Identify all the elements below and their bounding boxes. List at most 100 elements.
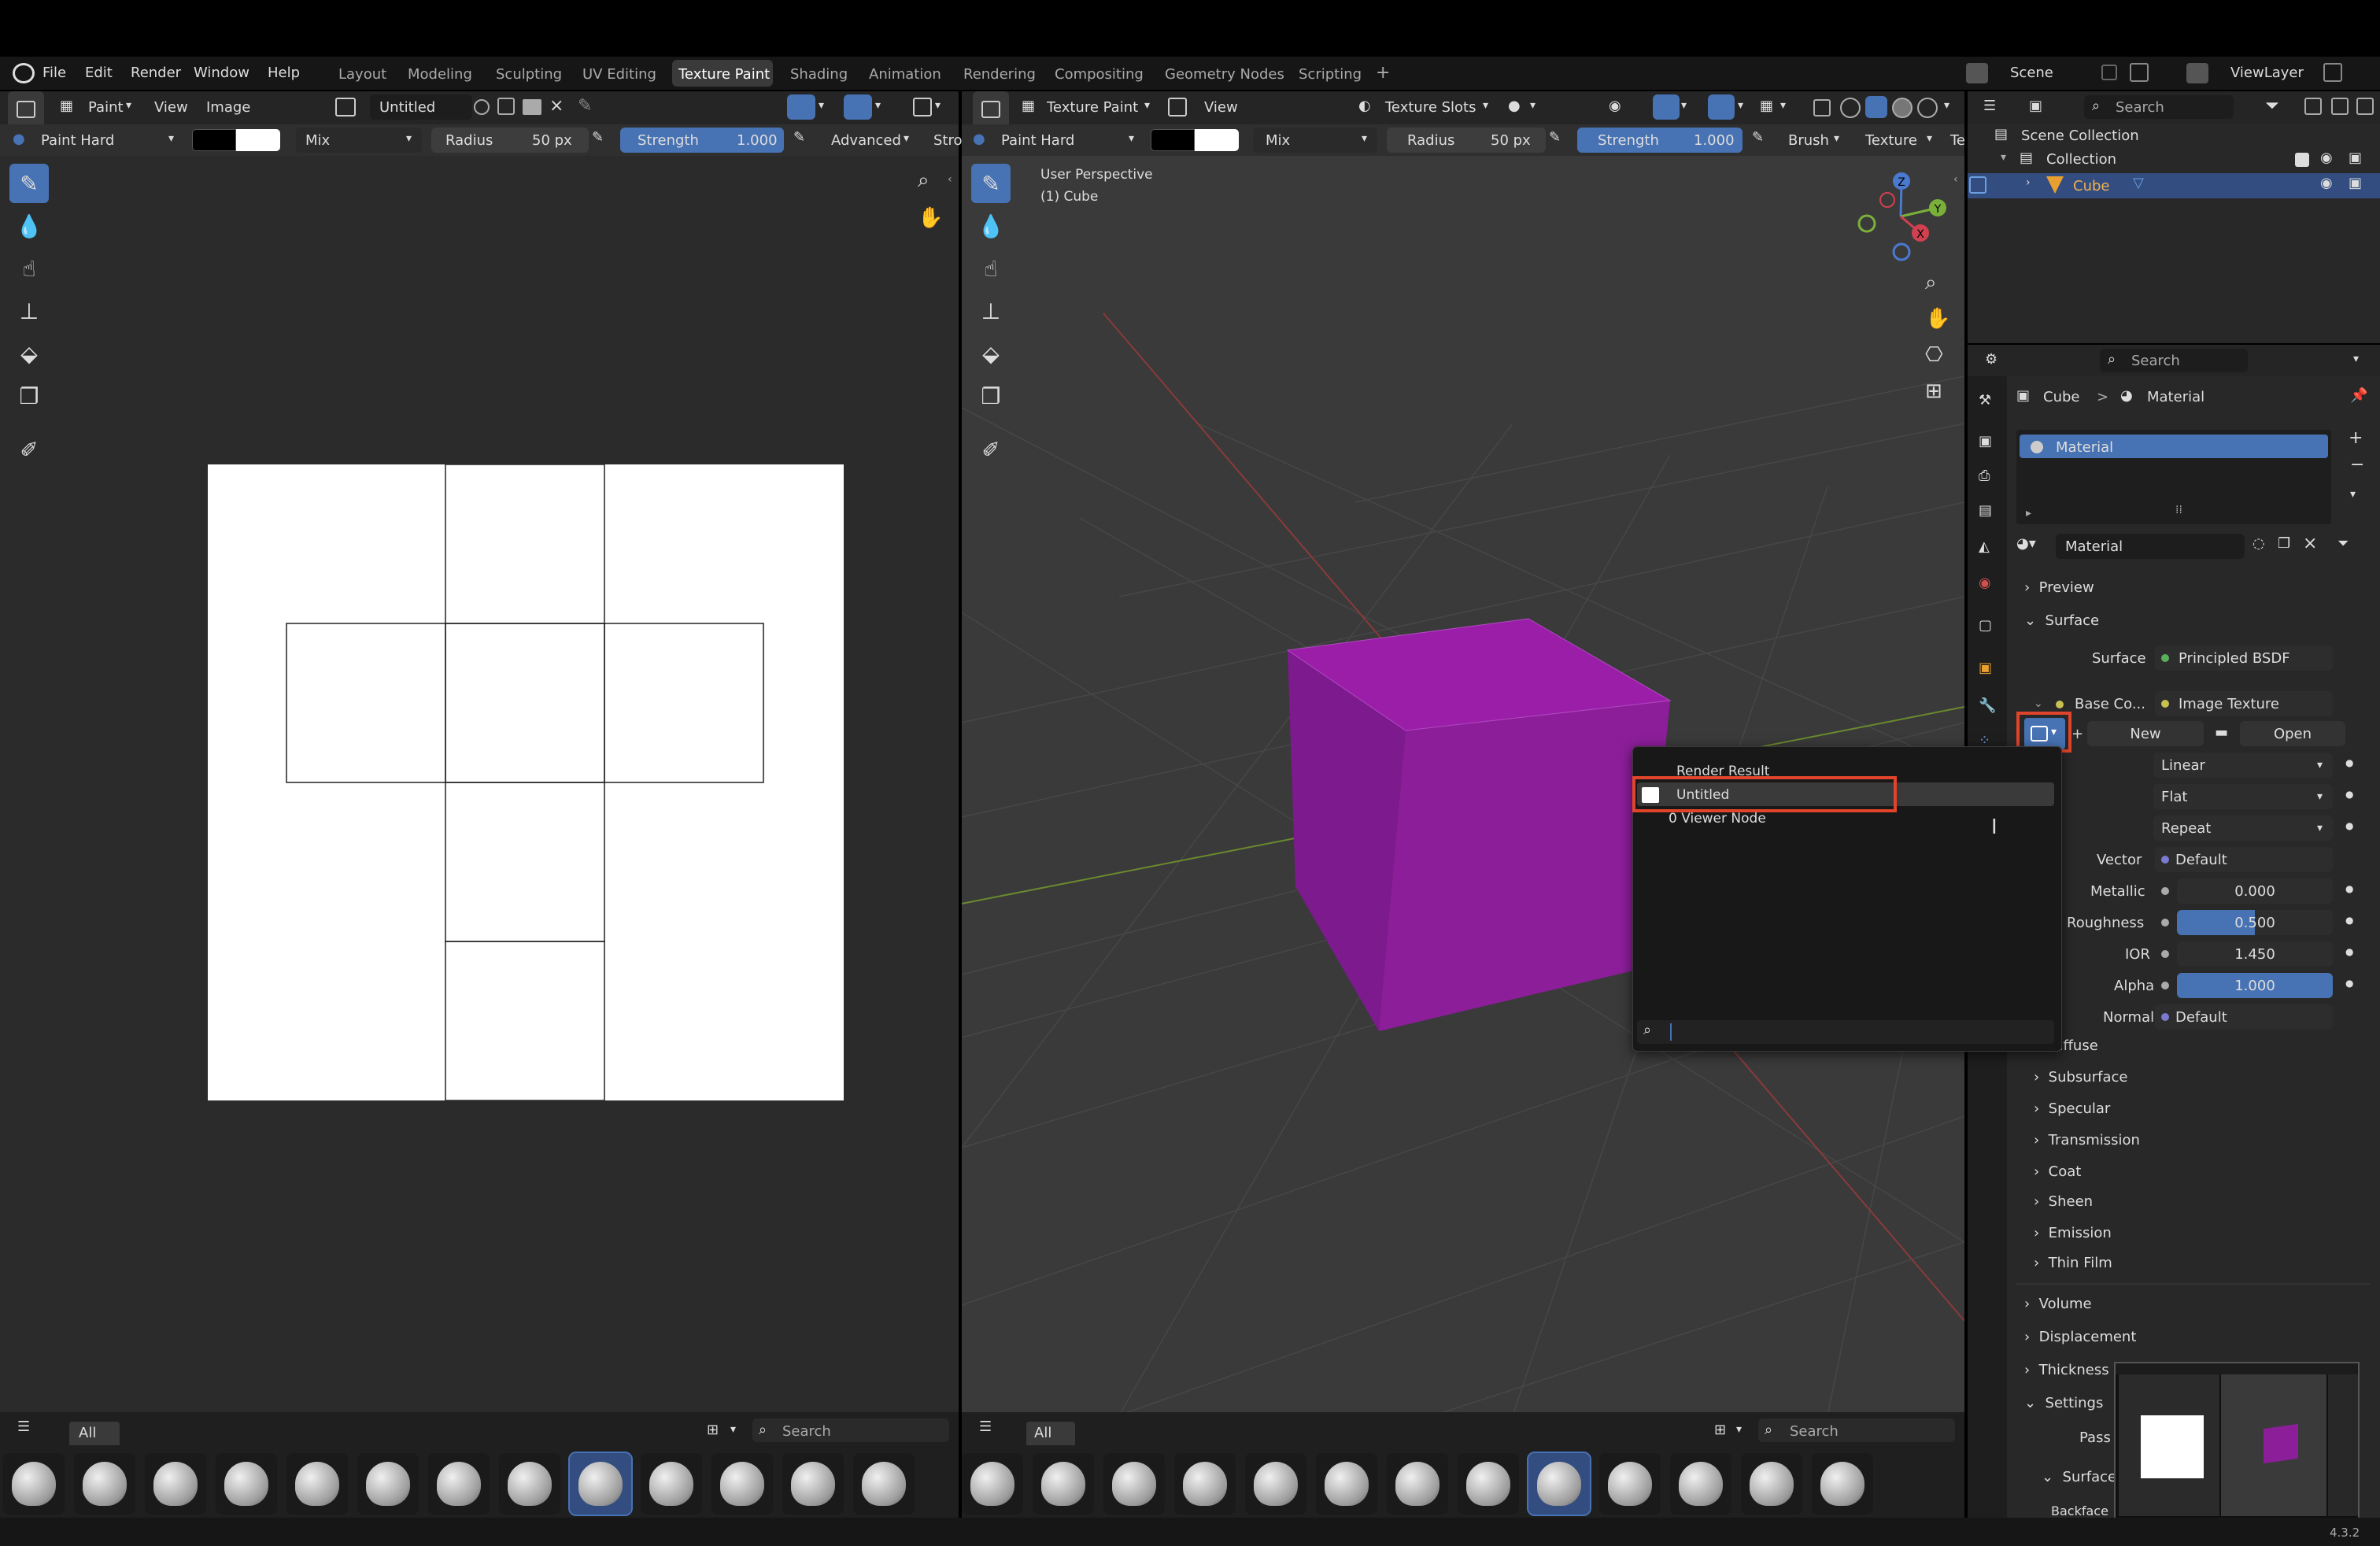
- chevron-down-icon[interactable]: ▾: [1736, 1423, 1742, 1436]
- pin-icon[interactable]: ✎: [578, 96, 592, 116]
- specular-section[interactable]: › Specular: [2034, 1100, 2110, 1117]
- camera-view-icon[interactable]: ⎔: [1925, 343, 1943, 367]
- secondary-color-swatch[interactable]: [236, 129, 280, 151]
- surface-subsection[interactable]: ⌄ Surface: [2042, 1469, 2116, 1485]
- overlays-icon[interactable]: [844, 94, 872, 120]
- primary-color-swatch[interactable]: [1151, 129, 1195, 151]
- gizmo-toggle-icon[interactable]: [1653, 94, 1680, 120]
- pressure-icon[interactable]: ✎: [1752, 129, 1764, 146]
- filter-icon[interactable]: ⏷: [2265, 96, 2279, 116]
- keyframe-dot-icon[interactable]: ●: [2345, 883, 2353, 894]
- displacement-section[interactable]: › Displacement: [2024, 1329, 2136, 1345]
- chevron-down-icon[interactable]: ▾: [935, 99, 941, 112]
- fill-tool-icon[interactable]: ⬙: [9, 334, 49, 373]
- outliner-filter-highlight-icon[interactable]: [1969, 176, 1986, 194]
- annotate-tool-icon[interactable]: ✐: [9, 430, 49, 469]
- brush-thumbnail-icon[interactable]: [3, 1453, 65, 1515]
- chevron-down-icon[interactable]: ⌄: [2034, 697, 2043, 710]
- xray-icon[interactable]: ▦: [1760, 98, 1773, 114]
- draw-tool-icon[interactable]: ✎: [971, 164, 1011, 203]
- brush-thumbnail-icon[interactable]: [216, 1453, 277, 1515]
- advanced-dropdown[interactable]: Advanced: [831, 132, 901, 149]
- brush-thumbnail-icon[interactable]: [782, 1453, 844, 1515]
- mask-tool-icon[interactable]: ❐: [971, 376, 1011, 416]
- collection-checkbox[interactable]: [2295, 153, 2309, 167]
- secondary-color-swatch[interactable]: [1195, 129, 1239, 151]
- normal-field[interactable]: Default: [2155, 1004, 2333, 1030]
- new-image-add-icon[interactable]: +: [2071, 726, 2083, 742]
- menu-render[interactable]: Render: [131, 65, 181, 81]
- camera-icon[interactable]: ▣: [2349, 175, 2362, 191]
- menu-file[interactable]: File: [42, 65, 66, 81]
- tab-rendering[interactable]: Rendering: [963, 66, 1036, 83]
- object-tab-icon[interactable]: ▣: [1979, 660, 1992, 676]
- brush-thumbnail-icon[interactable]: [1033, 1453, 1094, 1515]
- keyframe-dot-icon[interactable]: ●: [2345, 978, 2353, 989]
- new-image-button[interactable]: New: [2087, 721, 2204, 746]
- emission-section[interactable]: › Emission: [2034, 1225, 2112, 1241]
- vector-field[interactable]: Default: [2155, 847, 2333, 872]
- hamburger-menu-icon[interactable]: ☰: [17, 1418, 30, 1435]
- chevron-down-icon[interactable]: ▾: [1738, 99, 1743, 112]
- pan-hand-icon[interactable]: ✋: [1925, 307, 1950, 331]
- keyframe-dot-icon[interactable]: ●: [2345, 915, 2353, 926]
- mesh-data-icon[interactable]: ▽: [2133, 175, 2144, 191]
- brush-thumbnail-icon[interactable]: [1670, 1453, 1731, 1515]
- chevron-down-icon[interactable]: ▾: [1681, 99, 1687, 112]
- scene-collection-label[interactable]: Scene Collection: [2021, 128, 2139, 144]
- chevron-right-icon[interactable]: ›: [2026, 176, 2031, 189]
- tab-animation[interactable]: Animation: [869, 66, 941, 83]
- scene-name[interactable]: Scene: [2010, 65, 2053, 81]
- pressure-icon[interactable]: ✎: [1549, 129, 1561, 146]
- annotate-tool-icon[interactable]: ✐: [971, 430, 1011, 469]
- preview-section[interactable]: › Preview: [2024, 579, 2094, 596]
- menu-help[interactable]: Help: [268, 65, 300, 81]
- modifier-tab-icon[interactable]: 🔧: [1979, 697, 1996, 714]
- display-mode-icon[interactable]: ▣: [2029, 98, 2042, 114]
- roughness-slider[interactable]: 0.500: [2177, 910, 2333, 935]
- editor-type-icon[interactable]: [8, 91, 44, 128]
- extension-dropdown[interactable]: Repeat: [2153, 816, 2333, 841]
- add-icon[interactable]: [2331, 98, 2349, 115]
- brush-name[interactable]: Paint Hard: [1001, 132, 1074, 149]
- pin-icon[interactable]: 📌: [2350, 387, 2367, 404]
- camera-icon[interactable]: ▣: [2349, 150, 2362, 166]
- clone-tool-icon[interactable]: ⊥: [971, 291, 1011, 331]
- menu-edit[interactable]: Edit: [85, 65, 113, 81]
- mask-tool-icon[interactable]: ❐: [9, 376, 49, 416]
- pressure-icon[interactable]: ✎: [592, 129, 604, 146]
- sheen-section[interactable]: › Sheen: [2034, 1193, 2093, 1210]
- menu-window[interactable]: Window: [194, 65, 249, 81]
- fake-user-icon[interactable]: ◌: [2252, 535, 2265, 552]
- duplicate-image-icon[interactable]: [497, 98, 515, 115]
- uv-sync-icon[interactable]: [787, 94, 815, 120]
- tab-compositing[interactable]: Compositing: [1055, 66, 1144, 83]
- delete-icon[interactable]: [2356, 98, 2374, 115]
- collection-label[interactable]: Collection: [2046, 151, 2116, 168]
- asset-search-input[interactable]: [1758, 1418, 1955, 1442]
- overlays-icon[interactable]: [1708, 94, 1735, 120]
- add-workspace-button[interactable]: +: [1376, 63, 1390, 83]
- view-layer-tab-icon[interactable]: ▤: [1979, 502, 1992, 519]
- truncated-menu[interactable]: Te: [1950, 132, 1965, 149]
- brush-thumbnail-icon[interactable]: [853, 1453, 915, 1515]
- image-browse-icon[interactable]: [335, 98, 356, 117]
- open-image-button[interactable]: Open: [2240, 721, 2345, 746]
- keyframe-dot-icon[interactable]: ●: [2345, 946, 2353, 957]
- collapse-arrow-icon[interactable]: ‹: [1953, 173, 1958, 186]
- close-icon[interactable]: ×: [549, 96, 564, 116]
- brush-thumbnail-icon[interactable]: [641, 1453, 702, 1515]
- brush-thumbnail-icon[interactable]: [1741, 1453, 1802, 1515]
- keyframe-dot-icon[interactable]: ●: [2345, 757, 2353, 768]
- soften-tool-icon[interactable]: 💧: [9, 206, 49, 246]
- chevron-down-icon[interactable]: ▾: [2001, 151, 2006, 164]
- thickness-section[interactable]: › Thickness: [2024, 1362, 2109, 1378]
- node-link-icon[interactable]: ⏷: [2338, 535, 2349, 552]
- texture-menu[interactable]: Texture: [1865, 132, 1917, 149]
- material-shading-icon[interactable]: [1865, 96, 1887, 118]
- coat-section[interactable]: › Coat: [2034, 1163, 2081, 1180]
- smear-tool-icon[interactable]: ☝: [9, 249, 49, 288]
- pressure-icon[interactable]: ✎: [793, 129, 805, 146]
- shading-dot-icon[interactable]: ●: [1508, 98, 1521, 114]
- brush-thumbnail-icon[interactable]: [1316, 1453, 1377, 1515]
